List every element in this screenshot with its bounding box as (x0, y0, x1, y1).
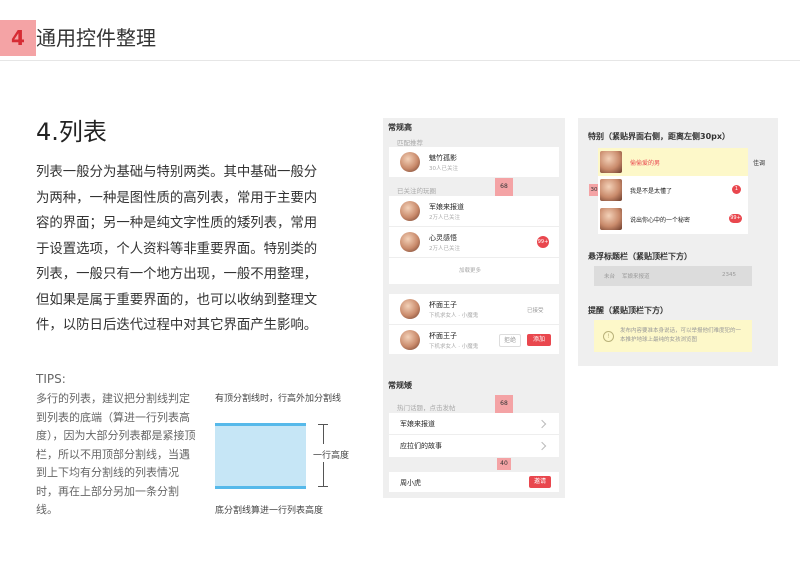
diagram-row-box (215, 423, 306, 489)
chapter-number: 4 (0, 20, 36, 56)
item-sub: 2万人已关注 (429, 246, 460, 252)
group-label: 热门话题，点击发帖 (397, 404, 456, 412)
item-name: 偷偷爱的男 (630, 160, 661, 167)
list-item[interactable]: 杯面王子 下机求女人 · 小魔鬼 拒绝 添加 (389, 325, 559, 355)
chevron-right-icon (537, 441, 547, 451)
list-item[interactable]: 偷偷爱的男 (598, 148, 748, 176)
unread-badge: 99+ (537, 236, 549, 248)
item-name: 周小虎 (400, 479, 421, 487)
spacing-tag: 68 (495, 395, 513, 413)
section-title: 4.列表 (36, 118, 107, 146)
diagram-top-label: 有顶分割线时，行高外加分割线 (215, 394, 342, 404)
list-item[interactable]: 我是不是太懂了 1 (598, 176, 748, 204)
avatar (400, 152, 420, 172)
item-name: 我是不是太懂了 (630, 188, 673, 195)
diagram-measure-line (323, 424, 324, 444)
tall-list-title: 常规高 (388, 123, 412, 132)
diagram-bottom-label: 底分割线算进一行列表高度 (215, 506, 324, 516)
avatar (600, 151, 622, 173)
request-card: 杯面王子 下机求女人 · 小魔鬼 已接受 杯面王子 下机求女人 · 小魔鬼 拒绝… (389, 294, 559, 354)
sticky-mid: 军娘来报道 (622, 274, 650, 280)
sticky-count: 2345 (722, 272, 736, 278)
diagram-row-label: 一行高度 (313, 451, 350, 461)
body-paragraph: 列表一般分为基础与特别两类。其中基础一般分为两种，一种是图性质的高列表，常用于主… (36, 165, 318, 333)
avatar (600, 208, 622, 230)
notice-bar: ! 发布内容要准本身说话，可以举报他们难度犯的一本推护地球上最纯的女孩浏览图 (594, 320, 752, 352)
sticky-title: 悬浮标题栏（紧贴顶栏下方） (588, 252, 692, 261)
item-name: 军娘来报道 (400, 420, 435, 428)
list-item[interactable]: 杯面王子 下机求女人 · 小魔鬼 已接受 (389, 294, 559, 325)
avatar (600, 179, 622, 201)
item-name: 说出你心中的一个秘密 (630, 217, 691, 224)
info-icon: ! (603, 331, 614, 342)
sticky-header-bar: 未台 军娘来报道 2345 (594, 266, 752, 286)
list-item[interactable]: 说出你心中的一个秘密 99+ (598, 204, 748, 234)
list-item[interactable]: 魅竹孤影 30人已关注 (389, 147, 559, 177)
list-panel-special: 特别（紧贴界面右侧，距离左侧30px） 偷偷爱的男 佳调 30 我是不是太懂了 … (578, 118, 778, 366)
reject-button[interactable]: 拒绝 (499, 334, 521, 347)
list-panel-regular: 常规高 匹配推荐 魅竹孤影 30人已关注 已关注的玩圈 68 军娘来报道 2万人… (383, 118, 565, 498)
chevron-right-icon (537, 419, 547, 429)
unread-badge: 99+ (729, 214, 742, 223)
item-name: 应拉们的故事 (400, 442, 442, 450)
settings-card: 军娘来报道 应拉们的故事 (389, 413, 559, 457)
spacing-tag: 40 (497, 458, 511, 470)
list-item[interactable]: 应拉们的故事 (389, 435, 559, 456)
list-item[interactable]: 军娘来报道 (389, 413, 559, 435)
chapter-title: 通用控件整理 (36, 26, 156, 50)
diagram-measure-line (323, 462, 324, 486)
group-label: 已关注的玩圈 (397, 187, 436, 195)
item-name: 魅竹孤影 (429, 154, 457, 162)
item-name: 杯面王子 (429, 301, 457, 309)
list-item[interactable]: 军娘来报道 2万人已关注 (389, 196, 559, 227)
item-name: 军娘来报道 (429, 203, 464, 211)
list-item[interactable]: 心灵感悟 2万人已关注 99+ (389, 227, 559, 258)
list-item[interactable]: 周小虎 邀请 (389, 472, 559, 492)
header-divider (0, 60, 800, 61)
notice-text: 发布内容要准本身说话，可以举报他们难度犯的一本推护地球上最纯的女孩浏览图 (620, 328, 742, 343)
diagram-tick (318, 424, 328, 425)
item-sub: 2万人已关注 (429, 215, 460, 221)
invite-button[interactable]: 邀请 (529, 476, 551, 488)
unread-badge: 1 (732, 185, 741, 194)
item-sub: 下机求女人 · 小魔鬼 (429, 344, 479, 350)
short-list-title: 常规矮 (388, 381, 412, 390)
item-name: 心灵感悟 (429, 234, 457, 242)
avatar (400, 201, 420, 221)
diagram-tick (318, 486, 328, 487)
list-card: 军娘来报道 2万人已关注 心灵感悟 2万人已关注 99+ 加载更多 (389, 196, 559, 284)
tips-heading: TIPS: (36, 372, 66, 386)
item-sub: 下机求女人 · 小魔鬼 (429, 313, 479, 319)
side-label: 佳调 (753, 160, 766, 167)
notice-title: 提醒（紧贴顶栏下方） (588, 306, 668, 315)
item-sub: 30人已关注 (429, 166, 458, 172)
avatar (400, 232, 420, 252)
sticky-left: 未台 (604, 274, 616, 280)
special-title: 特别（紧贴界面右侧，距离左侧30px） (588, 132, 731, 141)
spacing-tag: 68 (495, 178, 513, 196)
load-more-link[interactable]: 加载更多 (459, 266, 481, 274)
item-name: 杯面王子 (429, 332, 457, 340)
tips-text: 多行的列表，建议把分割线判定到列表的底端（算进一行列表高度），因为大部分列表都是… (36, 392, 196, 516)
avatar (400, 299, 420, 319)
group-label: 匹配推荐 (397, 139, 423, 147)
accepted-status: 已接受 (527, 308, 544, 314)
add-button[interactable]: 添加 (527, 334, 551, 346)
avatar (400, 330, 420, 350)
